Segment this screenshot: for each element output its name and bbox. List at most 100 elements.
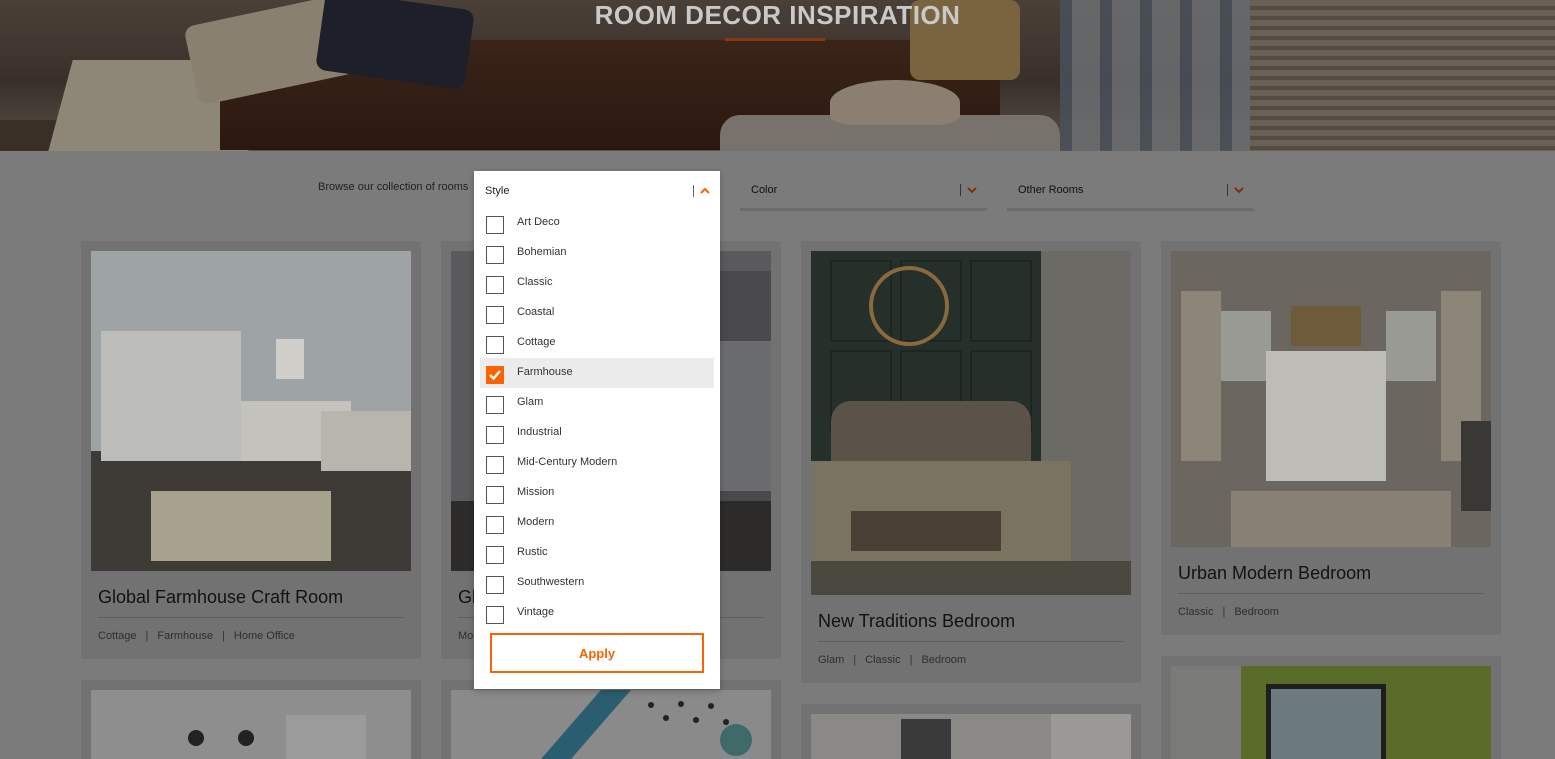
checkbox[interactable] [486,426,504,444]
style-option[interactable]: Cottage [480,328,714,358]
tag-link[interactable]: Bedroom [921,654,966,666]
checkbox[interactable] [486,216,504,234]
style-option[interactable]: Art Deco [480,208,714,238]
checkbox[interactable] [486,276,504,294]
checkbox[interactable] [486,396,504,414]
style-option-label: Southwestern [517,576,585,588]
room-card[interactable] [81,680,421,759]
style-select-label: Style [485,185,510,197]
checkbox[interactable] [486,546,504,564]
tag-link[interactable]: Mo [458,630,473,642]
card-tags: Classic | Bedroom [1178,606,1279,618]
title-underline [725,38,825,41]
checkbox[interactable] [486,576,504,594]
tag-link[interactable]: Cottage [98,630,137,642]
tag-separator: | [853,654,857,666]
tag-separator: | [145,630,149,642]
style-option-label: Bohemian [517,246,567,258]
checkmark-icon [489,370,501,381]
page-title: ROOM DECOR INSPIRATION [594,0,961,30]
room-image-partial[interactable] [811,714,1131,759]
room-card[interactable]: Global Farmhouse Craft Room Cottage | Farm… [81,241,421,659]
hero-bowl [830,80,960,125]
card-tags: Cottage | Farmhouse | Home Office [98,630,295,642]
other-rooms-select[interactable]: Other Rooms [1007,171,1254,211]
room-image-partial[interactable] [451,690,771,759]
style-option-label: Industrial [517,426,562,438]
card-title[interactable]: New Traditions Bedroom [818,611,1015,632]
card-tags: Mo [458,630,473,642]
color-select-label: Color [751,184,778,196]
room-card[interactable]: Urban Modern Bedroom Classic | Bedroom [1161,241,1501,635]
style-option-label: Classic [517,276,553,288]
checkbox[interactable] [486,516,504,534]
card-title[interactable]: Global Farmhouse Craft Room [98,587,343,608]
card-divider [98,617,404,618]
hero-banner: ROOM DECOR INSPIRATION [0,0,1555,151]
select-divider [960,184,961,196]
style-option[interactable]: Farmhouse [480,358,714,388]
room-image-new-traditions-bedroom[interactable] [811,251,1131,595]
style-option[interactable]: Industrial [480,418,714,448]
room-image-urban-modern-bedroom[interactable] [1171,251,1491,547]
style-option[interactable]: Rustic [480,538,714,568]
card-title[interactable]: Urban Modern Bedroom [1178,563,1371,584]
style-option[interactable]: Mission [480,478,714,508]
room-image-partial[interactable] [91,690,411,759]
style-option-label: Mid-Century Modern [517,456,618,468]
tag-link[interactable]: Classic [1178,606,1213,618]
chevron-down-icon [967,187,977,194]
card-divider [1178,593,1484,594]
checkbox[interactable] [486,606,504,624]
style-option[interactable]: Vintage [480,598,714,628]
tag-separator: | [909,654,913,666]
checkbox[interactable] [486,456,504,474]
room-card[interactable] [1161,656,1501,759]
select-divider [693,185,694,197]
tag-link[interactable]: Classic [865,654,900,666]
color-select[interactable]: Color [740,171,987,211]
room-image-partial[interactable] [1171,666,1491,759]
style-option-label: Glam [517,396,544,408]
apply-button[interactable]: Apply [490,633,704,673]
room-card[interactable] [801,704,1141,759]
style-option[interactable]: Mid-Century Modern [480,448,714,478]
other-rooms-select-label: Other Rooms [1018,184,1084,196]
select-divider [1227,184,1228,196]
tag-link[interactable]: Home Office [234,630,295,642]
checkbox-checked[interactable] [486,366,504,384]
card-divider [818,641,1124,642]
tag-link[interactable]: Farmhouse [157,630,213,642]
style-option[interactable]: Bohemian [480,238,714,268]
checkbox[interactable] [486,246,504,264]
tag-separator: | [222,630,225,642]
style-option[interactable]: Southwestern [480,568,714,598]
style-option[interactable]: Modern [480,508,714,538]
card-tags: Glam | Classic | Bedroom [818,654,966,666]
checkbox[interactable] [486,486,504,504]
tag-link[interactable]: Glam [818,654,844,666]
style-option-label: Rustic [517,546,548,558]
browse-label: Browse our collection of rooms [318,181,469,193]
room-card[interactable]: New Traditions Bedroom Glam | Classic | Bedr… [801,241,1141,683]
style-option-label: Cottage [517,336,556,348]
room-card[interactable] [441,680,781,759]
style-option-label: Modern [517,516,555,528]
style-option-label: Art Deco [517,216,560,228]
style-option-label: Vintage [517,606,555,618]
style-select[interactable]: Style [474,171,720,209]
style-option-label: Farmhouse [517,366,573,378]
style-dropdown: Style Art Deco Bohemian Classic Coastal Cott… [474,171,720,689]
style-option[interactable]: Glam [480,388,714,418]
room-image-craft-room[interactable] [91,251,411,571]
tag-separator: | [1222,606,1226,618]
chevron-down-icon [1234,187,1244,194]
style-option[interactable]: Classic [480,268,714,298]
style-option[interactable]: Coastal [480,298,714,328]
style-option-label: Coastal [517,306,555,318]
checkbox[interactable] [486,306,504,324]
style-option-label: Mission [517,486,555,498]
tag-link[interactable]: Bedroom [1234,606,1279,618]
checkbox[interactable] [486,336,504,354]
chevron-up-icon [700,187,710,194]
